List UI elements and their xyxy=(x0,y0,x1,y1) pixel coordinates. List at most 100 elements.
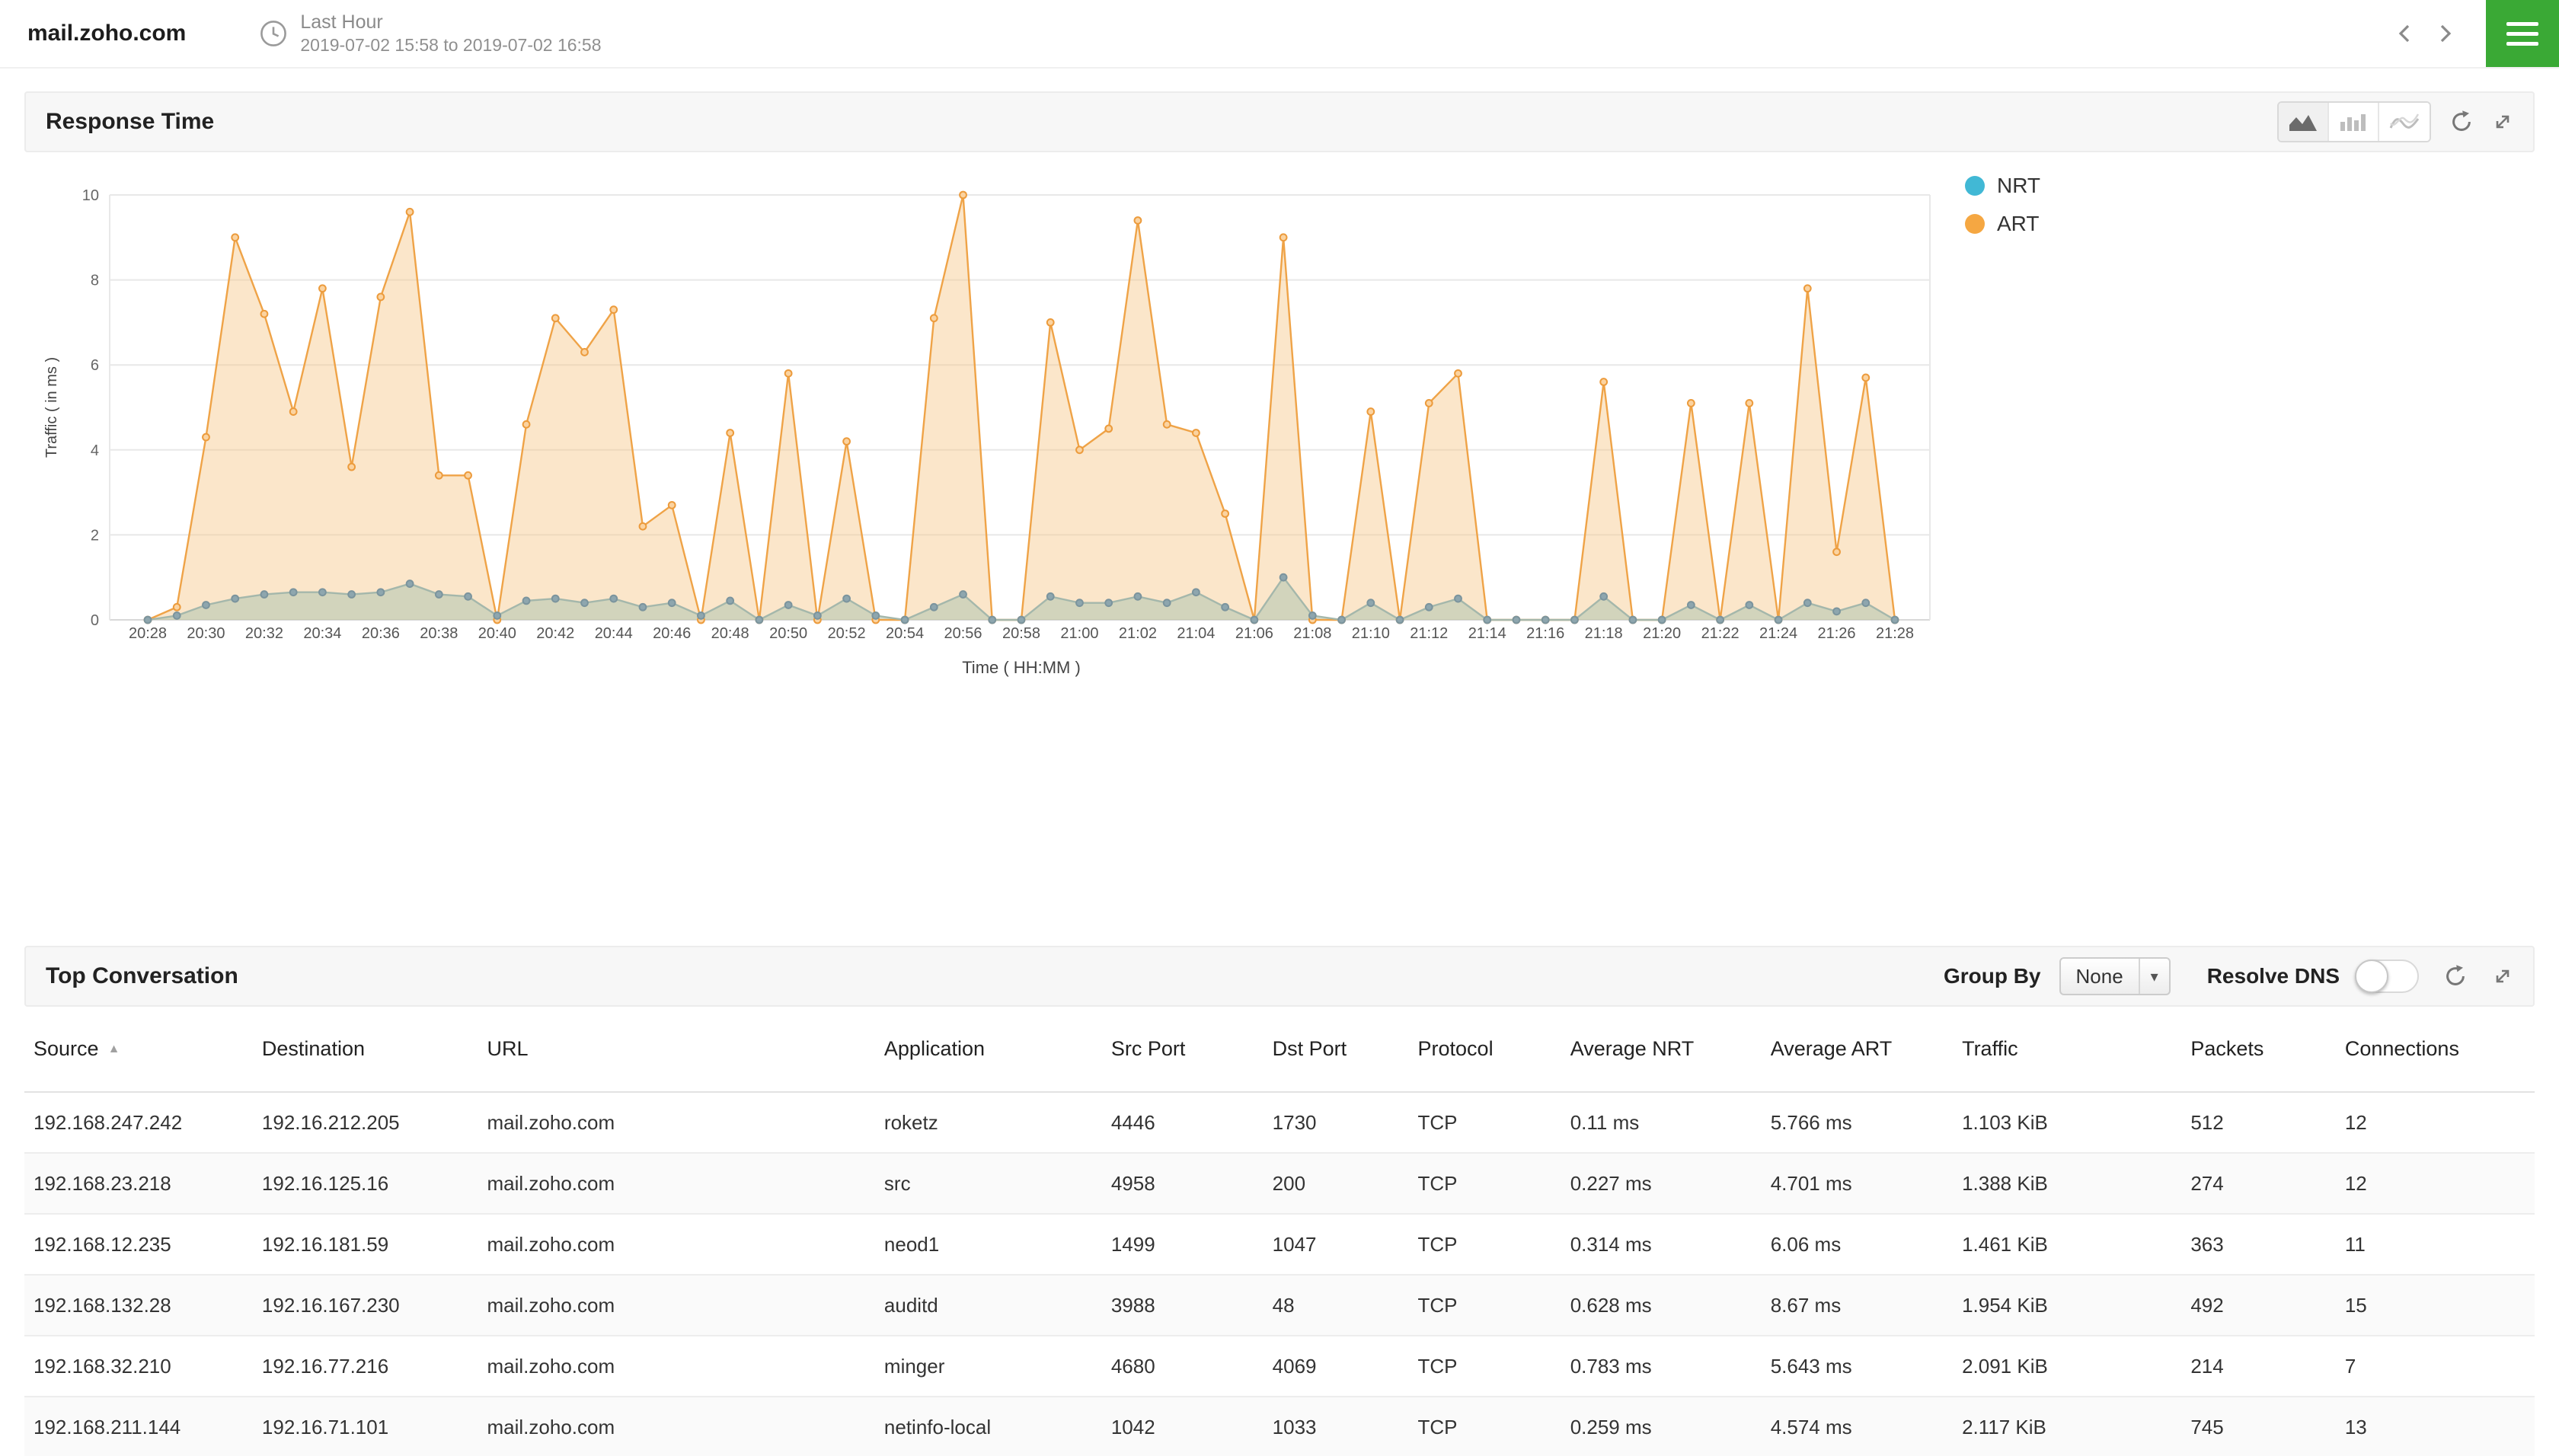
svg-text:21:04: 21:04 xyxy=(1177,625,1215,642)
bar-chart-icon xyxy=(2338,111,2369,133)
column-header-connections[interactable]: Connections xyxy=(2345,1007,2535,1092)
table-cell: 192.16.181.59 xyxy=(262,1214,487,1275)
table-refresh-button[interactable] xyxy=(2443,964,2468,988)
table-cell: TCP xyxy=(1418,1397,1570,1456)
line-chart-icon xyxy=(2389,111,2420,133)
response-time-chart[interactable]: 024681020:2820:3020:3220:3420:3620:3820:… xyxy=(24,164,1974,694)
group-by-select[interactable]: None ▾ xyxy=(2059,957,2171,995)
svg-text:21:20: 21:20 xyxy=(1643,625,1681,642)
column-header-protocol[interactable]: Protocol xyxy=(1418,1007,1570,1092)
table-row[interactable]: 192.168.211.144192.16.71.101mail.zoho.co… xyxy=(24,1397,2535,1456)
chevron-down-icon: ▾ xyxy=(2139,959,2169,994)
table-cell: 0.227 ms xyxy=(1570,1153,1771,1214)
time-range-selector[interactable]: Last Hour 2019-07-02 15:58 to 2019-07-02… xyxy=(300,11,601,56)
column-header-url[interactable]: URL xyxy=(487,1007,884,1092)
table-cell: 4446 xyxy=(1111,1092,1273,1153)
line-chart-button[interactable] xyxy=(2379,103,2430,141)
table-cell: 15 xyxy=(2345,1275,2535,1336)
bar-chart-button[interactable] xyxy=(2329,103,2379,141)
svg-text:20:46: 20:46 xyxy=(653,625,691,642)
svg-text:21:22: 21:22 xyxy=(1701,625,1740,642)
table-cell: 0.628 ms xyxy=(1570,1275,1771,1336)
table-row[interactable]: 192.168.247.242192.16.212.205mail.zoho.c… xyxy=(24,1092,2535,1153)
svg-text:21:28: 21:28 xyxy=(1876,625,1914,642)
table-row[interactable]: 192.168.132.28192.16.167.230mail.zoho.co… xyxy=(24,1275,2535,1336)
table-cell: 192.16.77.216 xyxy=(262,1336,487,1397)
svg-text:21:18: 21:18 xyxy=(1585,625,1623,642)
table-cell: roketz xyxy=(884,1092,1111,1153)
table-cell: mail.zoho.com xyxy=(487,1153,884,1214)
table-cell: 1.461 KiB xyxy=(1962,1214,2190,1275)
top-conversation-panel: Top Conversation Group By None ▾ Resolve… xyxy=(24,946,2535,1456)
group-by-value: None xyxy=(2061,965,2139,988)
table-cell: 192.16.167.230 xyxy=(262,1275,487,1336)
table-cell: mail.zoho.com xyxy=(487,1275,884,1336)
table-cell: 8.67 ms xyxy=(1771,1275,1962,1336)
column-header-average-art[interactable]: Average ART xyxy=(1771,1007,1962,1092)
table-row[interactable]: 192.168.23.218192.16.125.16mail.zoho.com… xyxy=(24,1153,2535,1214)
table-cell: auditd xyxy=(884,1275,1111,1336)
table-cell: 1499 xyxy=(1111,1214,1273,1275)
table-cell: 1033 xyxy=(1273,1397,1418,1456)
legend-item-nrt[interactable]: NRT xyxy=(1965,174,2040,198)
conversation-table-body: 192.168.247.242192.16.212.205mail.zoho.c… xyxy=(24,1092,2535,1456)
table-row[interactable]: 192.168.12.235192.16.181.59mail.zoho.com… xyxy=(24,1214,2535,1275)
table-cell: 11 xyxy=(2345,1214,2535,1275)
menu-button[interactable] xyxy=(2486,0,2559,67)
svg-text:20:58: 20:58 xyxy=(1002,625,1040,642)
table-cell: 214 xyxy=(2190,1336,2345,1397)
clock-icon xyxy=(259,19,288,48)
svg-text:21:12: 21:12 xyxy=(1410,625,1448,642)
legend-item-art[interactable]: ART xyxy=(1965,212,2040,236)
table-cell: 4.701 ms xyxy=(1771,1153,1962,1214)
svg-text:20:54: 20:54 xyxy=(886,625,924,642)
column-header-traffic[interactable]: Traffic xyxy=(1962,1007,2190,1092)
table-cell: mail.zoho.com xyxy=(487,1092,884,1153)
legend-label: NRT xyxy=(1997,174,2040,198)
toggle-knob xyxy=(2355,959,2388,993)
table-cell: 5.643 ms xyxy=(1771,1336,1962,1397)
table-row[interactable]: 192.168.32.210192.16.77.216mail.zoho.com… xyxy=(24,1336,2535,1397)
column-header-destination[interactable]: Destination xyxy=(262,1007,487,1092)
next-arrow-icon[interactable] xyxy=(2425,14,2465,53)
svg-text:20:56: 20:56 xyxy=(944,625,982,642)
column-header-average-nrt[interactable]: Average NRT xyxy=(1570,1007,1771,1092)
svg-text:4: 4 xyxy=(91,442,99,459)
table-cell: 192.16.212.205 xyxy=(262,1092,487,1153)
legend-dot-icon xyxy=(1965,176,1985,196)
table-cell: 0.314 ms xyxy=(1570,1214,1771,1275)
table-cell: 6.06 ms xyxy=(1771,1214,1962,1275)
chart-legend: NRT ART xyxy=(1965,174,2040,236)
table-cell: 7 xyxy=(2345,1336,2535,1397)
refresh-icon xyxy=(2443,964,2468,988)
column-header-src-port[interactable]: Src Port xyxy=(1111,1007,1273,1092)
table-cell: TCP xyxy=(1418,1275,1570,1336)
table-cell: 192.168.23.218 xyxy=(24,1153,262,1214)
svg-text:21:00: 21:00 xyxy=(1060,625,1098,642)
resolve-dns-toggle[interactable] xyxy=(2355,959,2419,993)
svg-text:20:40: 20:40 xyxy=(478,625,516,642)
table-cell: neod1 xyxy=(884,1214,1111,1275)
table-cell: 12 xyxy=(2345,1153,2535,1214)
table-cell: mail.zoho.com xyxy=(487,1214,884,1275)
prev-arrow-icon[interactable] xyxy=(2385,14,2425,53)
chart-type-switcher xyxy=(2277,101,2431,142)
chart-refresh-button[interactable] xyxy=(2449,110,2474,134)
chart-expand-button[interactable] xyxy=(2492,111,2513,133)
svg-text:20:52: 20:52 xyxy=(828,625,866,642)
table-cell: 192.168.211.144 xyxy=(24,1397,262,1456)
table-cell: 4680 xyxy=(1111,1336,1273,1397)
table-cell: 192.16.125.16 xyxy=(262,1153,487,1214)
column-header-packets[interactable]: Packets xyxy=(2190,1007,2345,1092)
table-expand-button[interactable] xyxy=(2492,966,2513,987)
column-header-application[interactable]: Application xyxy=(884,1007,1111,1092)
table-cell: 4.574 ms xyxy=(1771,1397,1962,1456)
resolve-dns-label: Resolve DNS xyxy=(2207,964,2340,988)
table-cell: 1.103 KiB xyxy=(1962,1092,2190,1153)
area-chart-button[interactable] xyxy=(2279,103,2329,141)
column-header-source[interactable]: Source▲ xyxy=(24,1007,262,1092)
column-header-dst-port[interactable]: Dst Port xyxy=(1273,1007,1418,1092)
conversation-table: Source▲DestinationURLApplicationSrc Port… xyxy=(24,1007,2535,1456)
time-range-label: Last Hour xyxy=(300,11,601,34)
table-cell: 4069 xyxy=(1273,1336,1418,1397)
